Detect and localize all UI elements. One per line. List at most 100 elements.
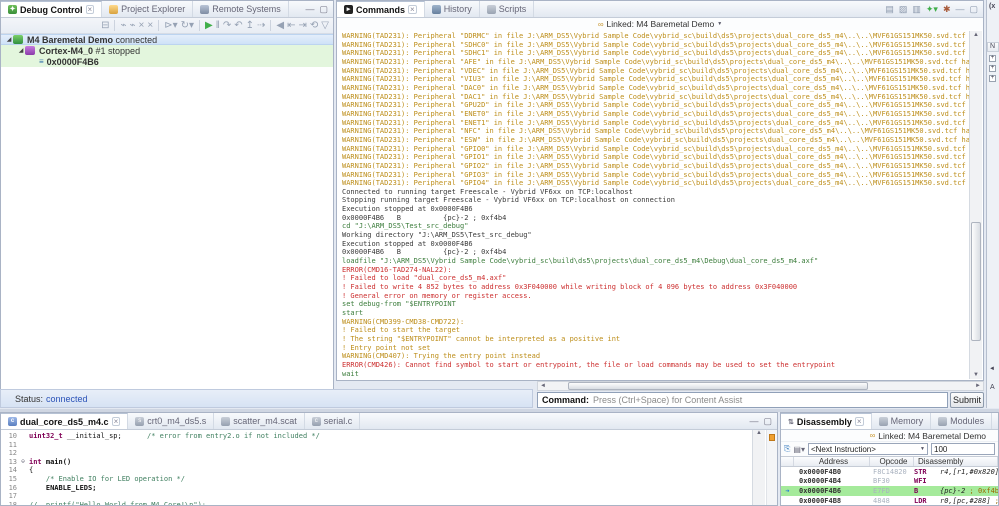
tab-history[interactable]: History bbox=[425, 1, 480, 17]
column-opcode[interactable]: Opcode bbox=[870, 457, 914, 466]
reverse-step-icon[interactable]: ⇤ bbox=[287, 20, 295, 31]
console-horizontal-scrollbar[interactable]: ◄ ► bbox=[537, 381, 984, 391]
reverse-run-icon[interactable]: ◀ bbox=[276, 20, 284, 31]
tree-row-core[interactable]: ◢ Cortex-M4_0 #1 stopped bbox=[1, 45, 333, 56]
clear-console-icon[interactable]: ▨ bbox=[899, 4, 908, 15]
pause-button[interactable]: ‖ bbox=[216, 20, 220, 31]
scrollbar-thumb[interactable] bbox=[568, 382, 868, 390]
minimize-icon[interactable]: — bbox=[955, 4, 964, 14]
tab-label: Debug Control bbox=[20, 4, 83, 15]
tab-crt0-s[interactable]: s crt0_m4_ds5.s bbox=[128, 413, 215, 429]
tab-label: Disassembly bbox=[796, 416, 852, 427]
expander-icon[interactable]: + bbox=[989, 55, 996, 62]
view-menu-icon[interactable]: ▽ bbox=[321, 20, 329, 31]
tab-commands[interactable]: ▸ Commands × bbox=[337, 1, 425, 17]
column-disassembly[interactable]: Disassembly bbox=[914, 457, 998, 466]
navigation-combo[interactable]: <Next Instruction> ▼ bbox=[807, 443, 928, 455]
remove-all-connections-icon[interactable]: × bbox=[147, 20, 153, 31]
expander-icon[interactable]: + bbox=[989, 65, 996, 72]
tab-memory[interactable]: Memory bbox=[872, 413, 932, 429]
save-console-icon[interactable]: ▤ bbox=[885, 4, 894, 15]
tree-row-target[interactable]: ◢ M4 Baremetal Demo connected bbox=[1, 34, 333, 45]
editor-vertical-scrollbar[interactable]: ▲ bbox=[752, 430, 765, 505]
minimize-icon[interactable]: — bbox=[749, 416, 758, 426]
disasm-row[interactable]: 0x0000F4B0 F8C14820 STR r4,[r1,#0x820] bbox=[781, 467, 998, 477]
button-fragment[interactable]: A bbox=[990, 384, 995, 391]
expander-icon[interactable]: + bbox=[989, 75, 996, 82]
scroll-left-icon[interactable]: ◄ bbox=[989, 366, 995, 372]
code-editor[interactable]: 10 uint32_t __initial_sp; /* error from e… bbox=[1, 430, 751, 505]
maximize-icon[interactable]: ▢ bbox=[319, 4, 328, 15]
console-vertical-scrollbar[interactable]: ▲ ▼ bbox=[969, 31, 982, 379]
tab-dual-core-c[interactable]: c dual_core_ds5_m4.c × bbox=[1, 413, 129, 429]
tab-serial-c[interactable]: c serial.c bbox=[305, 413, 361, 429]
disasm-row[interactable]: ➔0x0000F4B6E7FDB{pc}-2 ; 0xf4b4 bbox=[781, 486, 998, 496]
console-line: WARNING(TAD231): Peripheral "SDHC0" in f… bbox=[342, 40, 969, 49]
filter-dropdown-icon[interactable]: ✦▾ bbox=[926, 4, 938, 15]
annotation-marker[interactable] bbox=[769, 434, 775, 441]
tree-row-frame[interactable]: ≡ 0x0000F4B6 bbox=[1, 56, 333, 67]
settings-icon[interactable]: ✱ bbox=[943, 4, 951, 15]
reset-dropdown-icon[interactable]: ↻▾ bbox=[181, 20, 194, 31]
disasm-rows: 0x0000F4B0 F8C14820 STR r4,[r1,#0x820] 0x000… bbox=[781, 467, 998, 506]
scroll-up-icon[interactable]: ▲ bbox=[756, 430, 762, 436]
tab-project-explorer[interactable]: Project Explorer bbox=[102, 1, 194, 17]
target-connection-icon bbox=[13, 35, 23, 44]
tab-scatter[interactable]: scatter_m4.scat bbox=[214, 413, 305, 429]
submit-button[interactable]: Submit bbox=[950, 392, 984, 408]
code-line: 13 ⊖ int main() bbox=[8, 457, 72, 466]
instruction-count-field[interactable]: 100 bbox=[931, 443, 995, 455]
expander-icon[interactable]: ◢ bbox=[17, 47, 25, 54]
expander-icon[interactable]: ◢ bbox=[5, 36, 13, 43]
scroll-down-icon[interactable]: ▼ bbox=[970, 372, 982, 378]
linked-target-row[interactable]: ∞ Linked: M4 Baremetal Demo ▼ bbox=[337, 18, 983, 30]
debug-from-dropdown-icon[interactable]: ⊳▾ bbox=[164, 20, 177, 31]
continue-button[interactable]: ▶ bbox=[205, 20, 213, 31]
scrollbar-thumb[interactable] bbox=[971, 222, 981, 341]
minimize-icon[interactable]: — bbox=[305, 4, 314, 14]
linked-target-row[interactable]: ∞ Linked: M4 Baremetal Demo bbox=[781, 430, 998, 442]
remove-connection-icon[interactable]: × bbox=[139, 20, 145, 31]
connect-icon[interactable]: ⌁ bbox=[120, 20, 126, 31]
scroll-right-icon[interactable]: ► bbox=[973, 383, 983, 389]
tab-remote-systems[interactable]: Remote Systems bbox=[193, 1, 289, 17]
tab-disassembly[interactable]: ⇅ Disassembly × bbox=[781, 413, 872, 429]
console-line: ERROR(CMD426): Cannot find symbol to sta… bbox=[342, 360, 836, 369]
disasm-row[interactable]: 0x0000F4B4 BF30 WFI bbox=[781, 477, 998, 487]
step-over-icon[interactable]: ↷ bbox=[223, 20, 231, 31]
history-dropdown-icon[interactable]: ▤▾ bbox=[793, 445, 805, 454]
export-console-icon[interactable]: ▥ bbox=[912, 4, 921, 15]
scatter-file-icon bbox=[221, 416, 231, 426]
variables-tab-fragment[interactable]: (x bbox=[989, 3, 995, 10]
scroll-left-icon[interactable]: ◄ bbox=[538, 383, 548, 389]
tab-label: Commands bbox=[356, 4, 406, 15]
close-icon[interactable]: × bbox=[854, 417, 864, 426]
console-output[interactable]: WARNING(TAD231): Peripheral "DDRMC" in f… bbox=[338, 31, 969, 379]
disconnect-icon[interactable]: ⌁ bbox=[129, 20, 135, 31]
step-into-icon[interactable]: ↶ bbox=[234, 20, 242, 31]
step-return-icon[interactable]: ↥ bbox=[246, 20, 254, 31]
close-icon[interactable]: × bbox=[85, 5, 95, 14]
tab-events[interactable]: Events bbox=[992, 413, 998, 429]
debug-tree: ◢ M4 Baremetal Demo connected ◢ Cortex-M… bbox=[1, 34, 333, 67]
close-icon[interactable]: × bbox=[111, 417, 121, 426]
tab-debug-control[interactable]: ✦ Debug Control × bbox=[1, 1, 103, 17]
collapse-all-icon[interactable]: ⊟ bbox=[101, 20, 109, 31]
tab-modules[interactable]: Modules bbox=[931, 413, 993, 429]
refresh-icon[interactable]: ⎘ bbox=[784, 444, 790, 454]
folder-icon bbox=[109, 4, 119, 14]
tab-scripts[interactable]: Scripts bbox=[480, 1, 535, 17]
editor-tabbar: c dual_core_ds5_m4.c × s crt0_m4_ds5.s s… bbox=[1, 413, 777, 430]
maximize-icon[interactable]: ▢ bbox=[969, 4, 978, 15]
history-icon[interactable]: ⟲ bbox=[310, 20, 318, 31]
close-icon[interactable]: × bbox=[408, 5, 417, 14]
c-file-icon: c bbox=[311, 416, 321, 426]
forward-step-icon[interactable]: ⇥ bbox=[299, 20, 307, 31]
maximize-icon[interactable]: ▢ bbox=[763, 416, 772, 427]
scroll-up-icon[interactable]: ▲ bbox=[970, 32, 982, 38]
command-input[interactable] bbox=[593, 395, 943, 405]
disasm-row[interactable]: 0x0000F4B84848LDRr0,[pc,#288] ; [0xF bbox=[781, 496, 998, 506]
console-line: ! Failed to write 4 852 bytes to address… bbox=[342, 283, 798, 292]
column-address[interactable]: Address bbox=[794, 457, 870, 466]
instruction-step-icon[interactable]: ⇢ bbox=[257, 20, 265, 31]
